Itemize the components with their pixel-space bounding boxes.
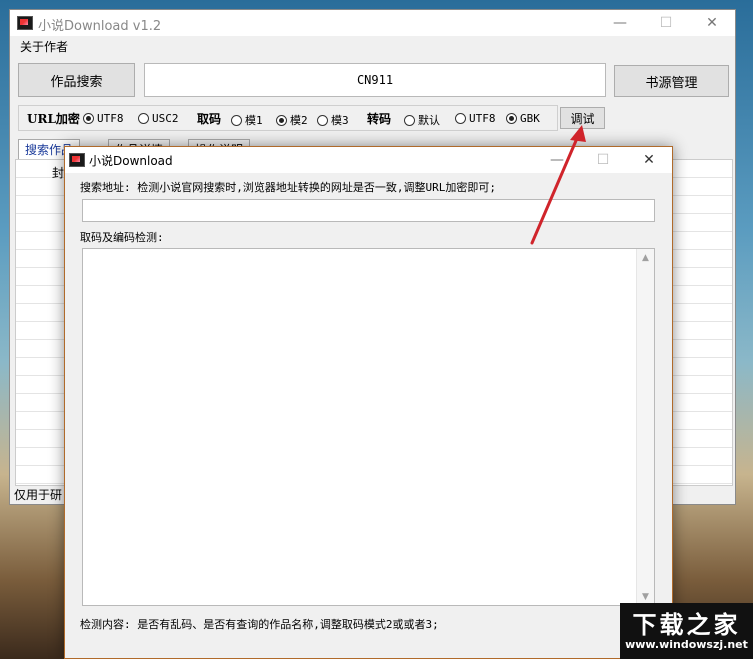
site-watermark: 下载之家 www.windowszj.net: [620, 603, 753, 659]
watermark-url: www.windowszj.net: [625, 638, 748, 651]
arrow-head: [570, 125, 586, 142]
annotation-arrow: [530, 125, 586, 245]
watermark-title: 下载之家: [632, 610, 741, 639]
arrow-shaft: [530, 134, 580, 245]
